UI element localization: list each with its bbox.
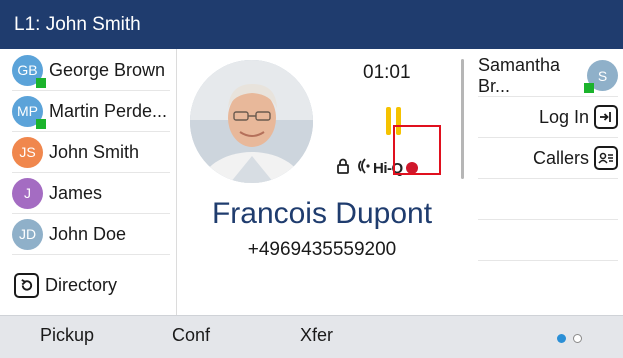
page-indicator-inactive[interactable] bbox=[573, 334, 582, 343]
line-key-label: James bbox=[49, 182, 103, 203]
avatar-initials: MP bbox=[17, 103, 38, 119]
line-header: L1: John Smith bbox=[0, 0, 623, 49]
page-indicator-active[interactable] bbox=[557, 334, 566, 343]
scrollbar[interactable] bbox=[461, 59, 464, 179]
line-key-label: Directory bbox=[45, 275, 118, 295]
line-key-james[interactable]: J James bbox=[12, 173, 170, 214]
highlight-box bbox=[393, 125, 441, 175]
avatar-initials: S bbox=[597, 67, 608, 84]
caller-name: Francois Dupont bbox=[211, 197, 433, 230]
avatar-initials: GB bbox=[17, 62, 38, 78]
line-key-samantha[interactable]: Samantha Br... S bbox=[478, 55, 618, 97]
line-key-label: Log In bbox=[538, 106, 589, 127]
audio-waves-icon bbox=[355, 157, 371, 179]
left-line-keys: GB George Brown MP Martin Perde... JS Jo… bbox=[0, 49, 177, 315]
login-icon bbox=[594, 105, 618, 129]
line-key-label: John Smith bbox=[49, 141, 140, 162]
directory-icon bbox=[14, 273, 39, 298]
pickup-softkey[interactable]: Pickup bbox=[40, 325, 94, 346]
empty-line-key[interactable] bbox=[478, 179, 618, 220]
presence-indicator bbox=[36, 77, 46, 88]
log-in-key[interactable]: Log In bbox=[478, 97, 618, 138]
avatar: GB bbox=[12, 54, 46, 88]
line-key-martin-perde[interactable]: MP Martin Perde... bbox=[12, 91, 170, 132]
empty-line-key[interactable] bbox=[478, 220, 618, 261]
active-call-panel: 01:01 Hi-Q Francois Dupont +496943555920… bbox=[177, 49, 464, 315]
line-key-john-doe[interactable]: JD John Doe bbox=[12, 214, 170, 255]
avatar: JS bbox=[12, 136, 43, 168]
main-area: GB George Brown MP Martin Perde... JS Jo… bbox=[0, 49, 623, 315]
callers-key[interactable]: Callers bbox=[478, 138, 618, 179]
line-key-george-brown[interactable]: GB George Brown bbox=[12, 50, 170, 91]
avatar-initials: J bbox=[24, 185, 31, 201]
line-key-john-smith[interactable]: JS John Smith bbox=[12, 132, 170, 173]
lock-icon bbox=[336, 158, 350, 179]
line-key-label: Samantha Br... bbox=[478, 54, 561, 96]
caller-photo bbox=[190, 60, 313, 183]
conf-softkey[interactable]: Conf bbox=[172, 325, 210, 346]
avatar-initials: JD bbox=[18, 226, 37, 242]
presence-indicator bbox=[584, 83, 594, 93]
line-key-directory[interactable]: Directory bbox=[12, 265, 170, 306]
presence-indicator bbox=[36, 118, 46, 129]
line-key-label: George Brown bbox=[49, 59, 166, 80]
caller-number: +4969435559200 bbox=[247, 239, 397, 260]
avatar: MP bbox=[12, 95, 46, 129]
softkey-bar: Pickup Conf Xfer bbox=[0, 315, 623, 358]
line-key-label: Martin Perde... bbox=[49, 100, 168, 121]
call-timer: 01:01 bbox=[363, 62, 411, 83]
line-title: L1: John Smith bbox=[14, 13, 141, 35]
line-key-label: John Doe bbox=[49, 223, 127, 244]
avatar: S bbox=[584, 60, 618, 93]
right-line-keys: Samantha Br... S Log In Callers bbox=[478, 49, 623, 315]
xfer-softkey[interactable]: Xfer bbox=[300, 325, 333, 346]
line-key-label: Callers bbox=[532, 147, 589, 168]
avatar: J bbox=[12, 177, 43, 209]
callers-icon bbox=[594, 146, 618, 170]
avatar-initials: JS bbox=[19, 144, 36, 160]
avatar: JD bbox=[12, 218, 43, 250]
